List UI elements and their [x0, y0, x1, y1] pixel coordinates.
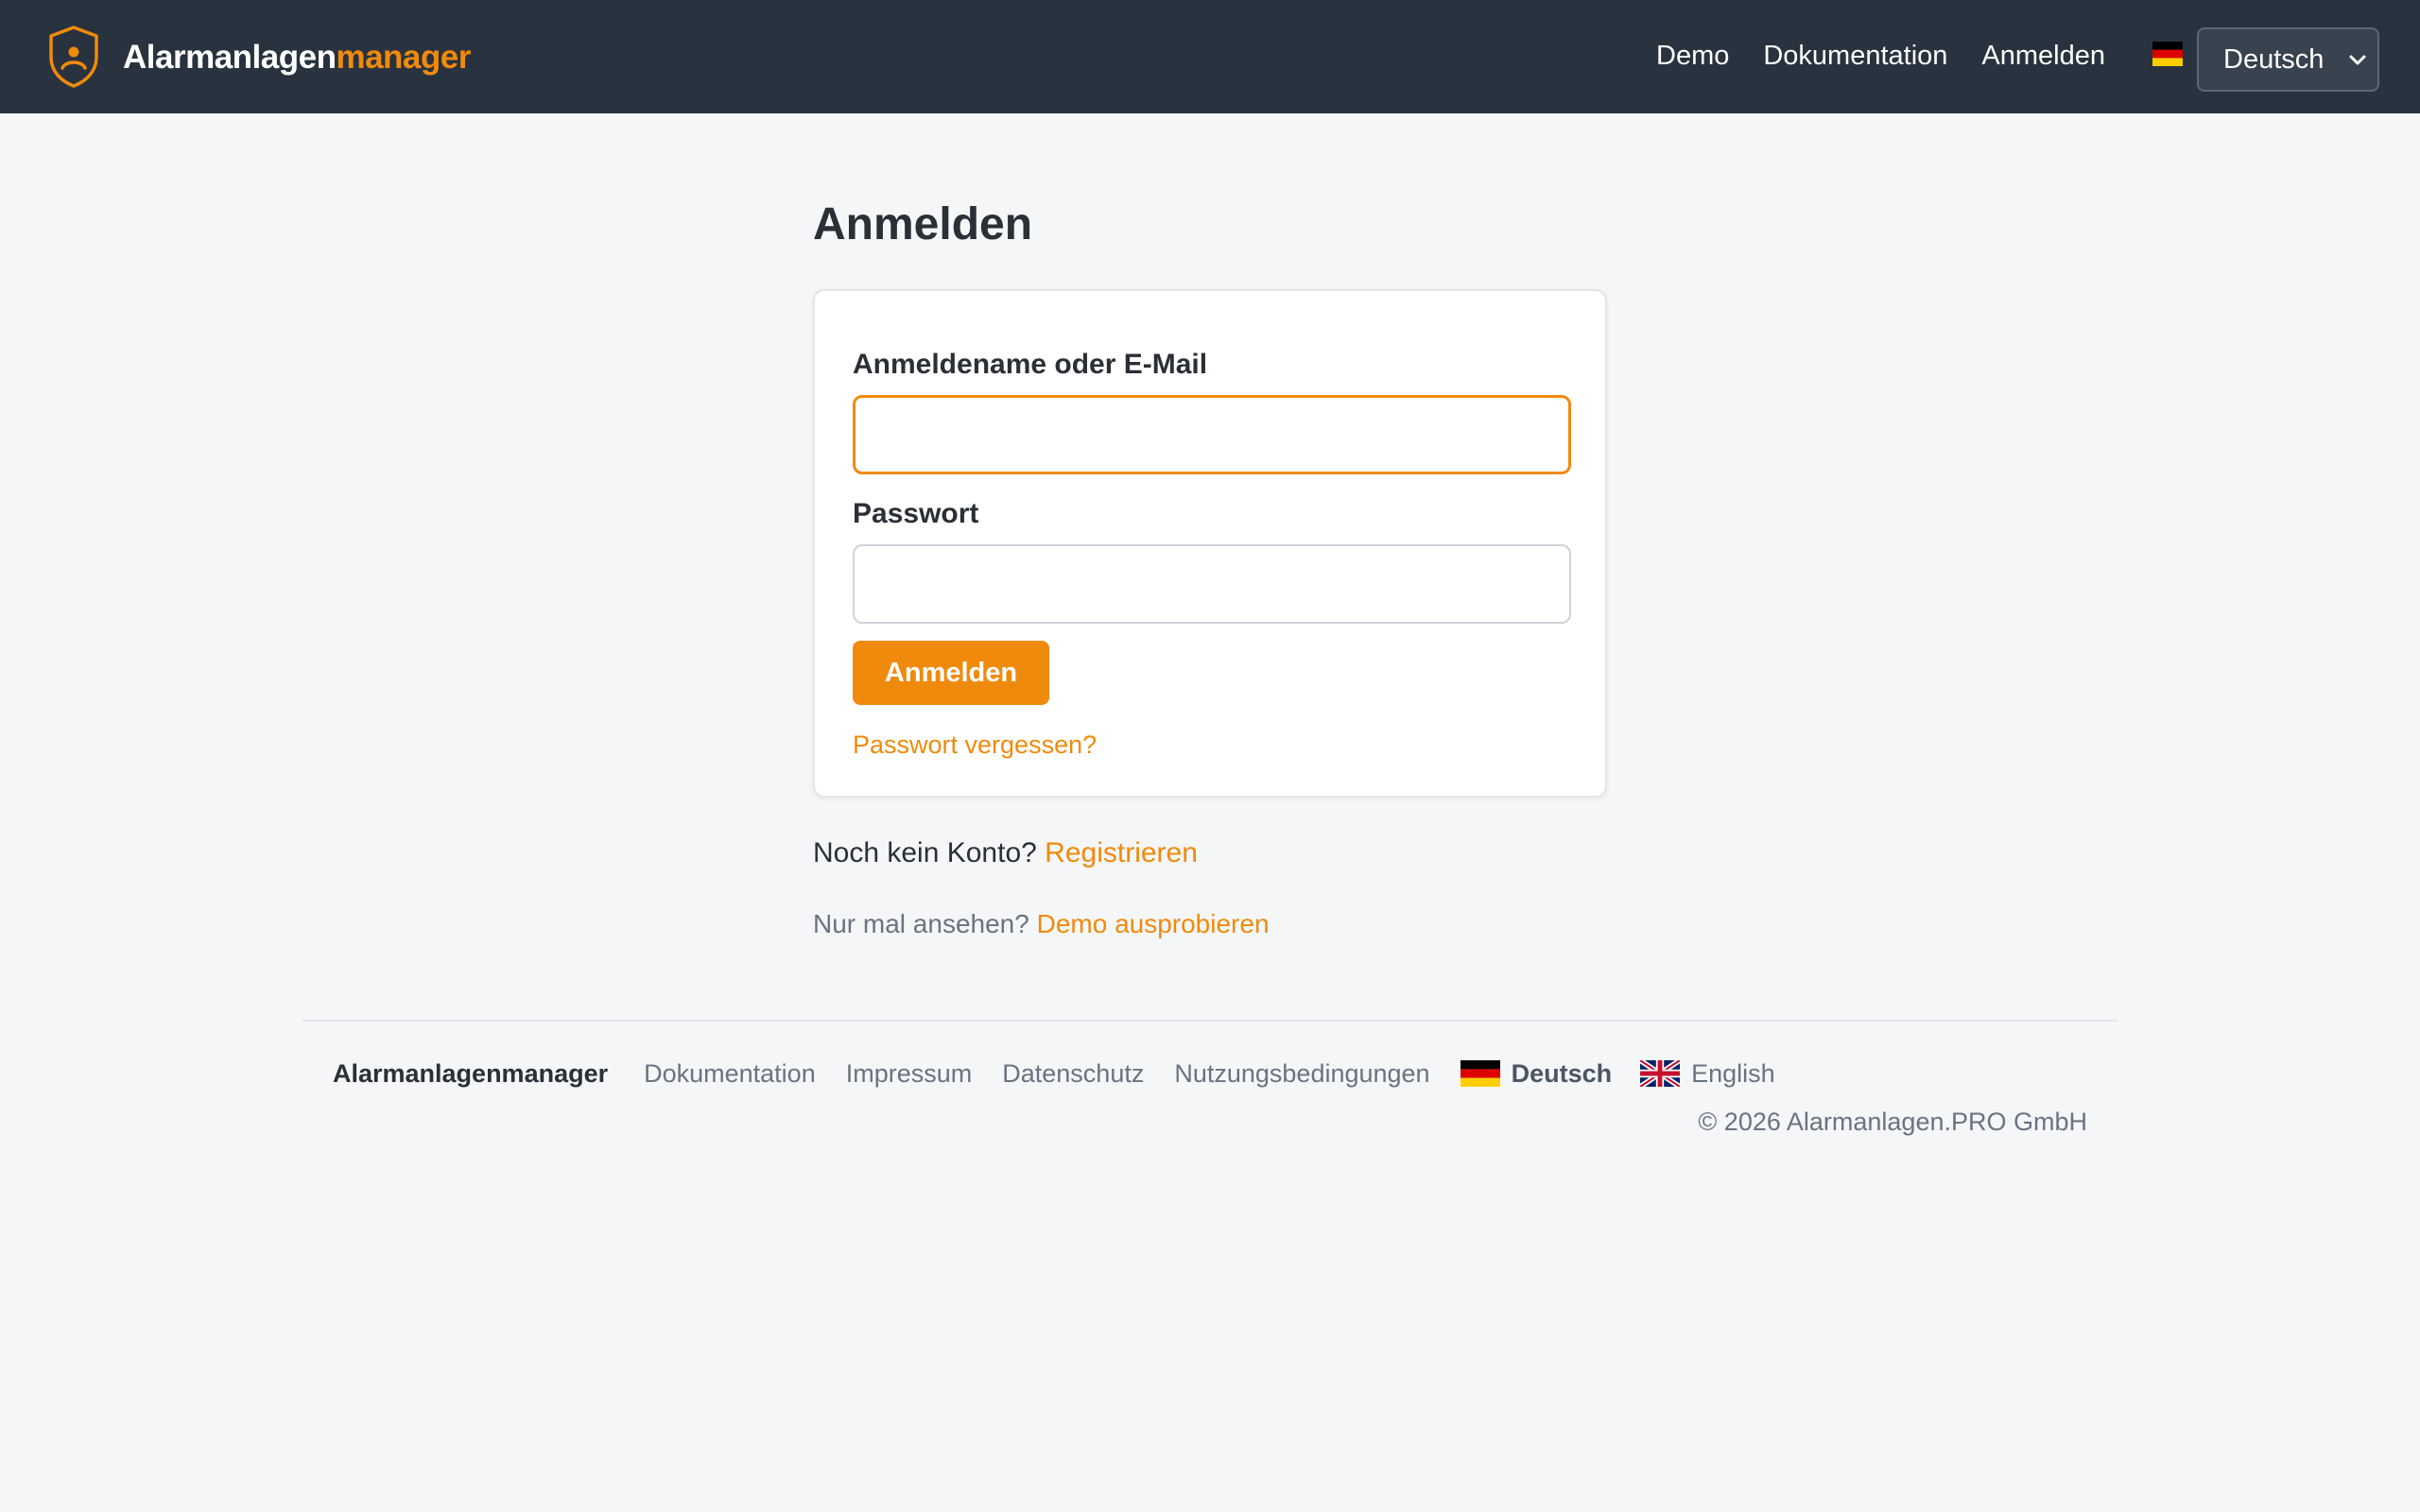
footer-brand: Alarmanlagenmanager [333, 1058, 609, 1088]
footer-lang-german[interactable]: Deutsch [1460, 1058, 1613, 1089]
nav-link-login[interactable]: Anmelden [1981, 36, 2105, 76]
password-input[interactable] [853, 544, 1571, 624]
register-link[interactable]: Registrieren [1045, 837, 1198, 868]
footer-link-terms[interactable]: Nutzungsbedingungen [1174, 1059, 1429, 1089]
uk-flag-icon [1640, 1060, 1681, 1087]
login-submit-button[interactable]: Anmelden [853, 641, 1049, 705]
login-form-card: Anmeldename oder E-Mail Passwort Anmelde… [813, 289, 1607, 798]
register-prompt-text: Noch kein Konto? [813, 837, 1037, 868]
forgot-password-link[interactable]: Passwort vergessen? [853, 728, 1097, 762]
chevron-down-icon [2349, 55, 2366, 65]
footer-link-docs[interactable]: Dokumentation [644, 1059, 816, 1089]
brand-name-part2: manager [336, 39, 471, 76]
language-select-value: Deutsch [2223, 43, 2325, 75]
page-title: Anmelden [813, 199, 1033, 249]
footer-lang-english-label: English [1691, 1058, 1775, 1088]
copyright: © 2026 Alarmanlagen.PRO GmbH [1698, 1108, 2087, 1136]
footer-lang-english[interactable]: English [1640, 1059, 1775, 1089]
nav-link-demo[interactable]: Demo [1656, 36, 1729, 76]
top-navbar: Alarmanlagenmanager Demo Dokumentation A… [0, 0, 2420, 113]
nav-link-docs[interactable]: Dokumentation [1763, 36, 1947, 76]
brand-name[interactable]: Alarmanlagenmanager [123, 36, 471, 79]
demo-prompt-text: Nur mal ansehen? [813, 909, 1029, 938]
footer-lang-german-label: Deutsch [1511, 1058, 1613, 1088]
footer-link-imprint[interactable]: Impressum [846, 1059, 973, 1089]
main-nav: Demo Dokumentation Anmelden [1656, 36, 2139, 76]
germany-flag-icon [2152, 42, 2183, 66]
footer: Alarmanlagenmanager Dokumentation Impres… [333, 1055, 1804, 1092]
demo-prompt: Nur mal ansehen? Demo ausprobieren [813, 906, 1270, 942]
password-label: Passwort [853, 498, 979, 529]
footer-divider [302, 1020, 2118, 1022]
register-prompt: Noch kein Konto? Registrieren [813, 834, 1198, 872]
username-label: Anmeldename oder E-Mail [853, 349, 1208, 380]
try-demo-link[interactable]: Demo ausprobieren [1037, 909, 1270, 938]
username-input[interactable] [853, 395, 1571, 474]
shield-logo-icon[interactable] [47, 25, 100, 89]
footer-link-privacy[interactable]: Datenschutz [1002, 1059, 1144, 1089]
germany-flag-icon [1460, 1060, 1500, 1087]
brand-name-part1: Alarmanlagen [123, 39, 337, 76]
language-select[interactable]: Deutsch [2197, 27, 2379, 92]
